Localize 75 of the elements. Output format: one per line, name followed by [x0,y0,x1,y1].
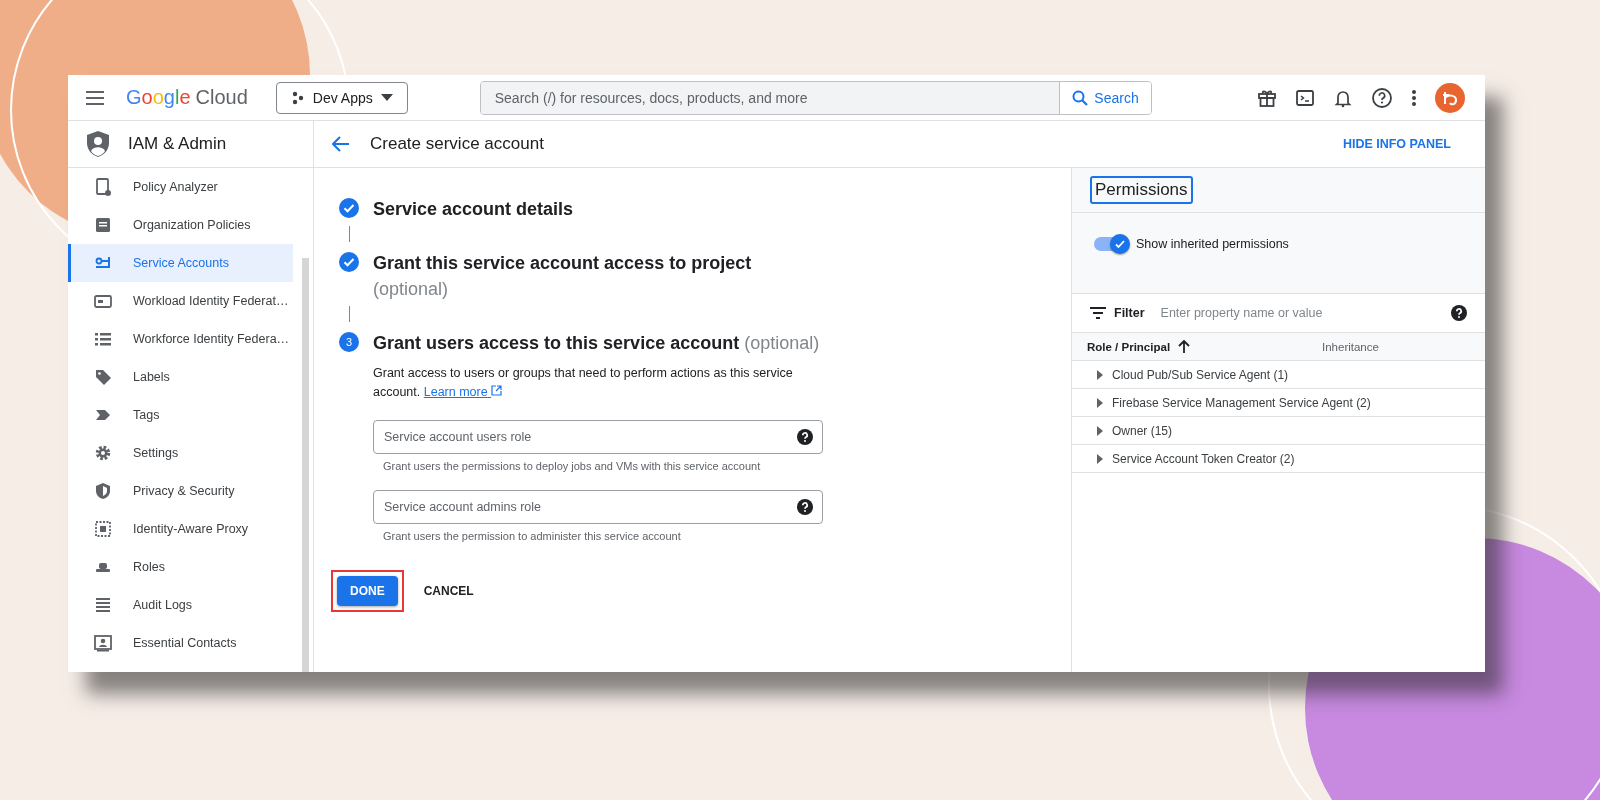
sidebar-item[interactable]: Audit Logs [68,586,293,624]
terminal-icon[interactable] [1295,87,1315,108]
page-title: Create service account [370,134,544,154]
sidebar-item[interactable]: Workload Identity Federat… [68,282,293,320]
nav-contact-icon [93,633,113,653]
product-logo[interactable]: Google Cloud [126,86,248,109]
sidebar-item[interactable]: Organization Policies [68,206,293,244]
expand-caret-icon[interactable] [1096,453,1104,464]
gift-icon[interactable] [1257,87,1277,108]
sidebar-item[interactable]: Workforce Identity Federa… [68,320,293,358]
help-icon[interactable] [1371,86,1393,109]
more-icon[interactable] [1411,88,1417,107]
shield-icon [86,130,110,158]
nav-shield-icon [93,481,113,501]
role-row-label[interactable]: Cloud Pub/Sub Service Agent (1) [1112,367,1289,382]
step-title: Grant this service account access to project (optional) [373,252,753,301]
sidebar-item[interactable]: Roles [68,548,293,586]
check-circle-icon [339,252,359,272]
sidebar-item[interactable]: Tags [68,396,293,434]
role-row-label[interactable]: Owner (15) [1112,423,1173,438]
search-field[interactable]: Search (/) for resources, docs, products, and more Search [479,80,1152,115]
done-button[interactable]: DONE [337,576,398,606]
sidebar-item[interactable]: Labels [68,358,293,396]
dropdown-caret-icon [380,93,393,102]
check-circle-icon [339,198,359,218]
expand-caret-icon[interactable] [1096,397,1104,408]
step-title: Service account details [373,198,574,221]
nav-gear-icon [93,443,113,463]
sidebar-item[interactable]: Policy Analyzer [68,168,293,206]
sidebar-item[interactable]: Essential Contacts [68,624,293,662]
step-number: 3 [339,332,359,352]
sidebar-item[interactable]: Settings [68,434,293,472]
role-row-label[interactable]: Firebase Service Management Service Agent (2) [1112,395,1371,410]
back-arrow-icon[interactable] [332,136,350,152]
nav-proxy-icon [93,519,113,539]
column-header[interactable]: Role / Principal [1087,340,1171,353]
section-title: IAM & Admin [128,134,227,154]
filter-label: Filter [1114,306,1145,320]
role-row-label[interactable]: Service Account Token Creator (2) [1112,451,1295,466]
field-hint: Grant users the permissions to deploy jobs and VMs with this service account [383,460,762,472]
project-selector[interactable]: Dev Apps [275,81,408,114]
learn-more-link[interactable]: Learn more [423,385,503,399]
toggle-label: Show inherited permissions [1136,237,1289,251]
nav-lines-icon [93,595,113,615]
menu-icon[interactable] [86,90,104,105]
expand-caret-icon[interactable] [1096,369,1104,380]
sidebar-item[interactable]: Service Accounts [68,244,293,282]
nav-page-icon [93,215,113,235]
sort-arrow-icon[interactable] [1178,340,1191,353]
sidebar-item[interactable]: Privacy & Security [68,472,293,510]
nav-tag-icon [93,367,113,387]
external-link-icon [491,385,503,396]
toggle-switch[interactable] [1094,237,1128,251]
step-description: Grant access to users or groups that need to perform actions as this service account. Learn more [373,365,794,401]
expand-caret-icon[interactable] [1096,425,1104,436]
help-icon[interactable] [797,499,813,515]
search-icon [1072,89,1089,106]
scrollbar[interactable] [302,258,309,672]
check-icon [1114,238,1126,250]
nav-doc-icon [93,177,113,197]
help-icon[interactable] [1451,305,1467,321]
cancel-button[interactable]: CANCEL [417,584,480,598]
column-header[interactable]: Inheritance [1322,340,1379,353]
project-dots-icon [290,90,305,105]
role-field[interactable]: Service account users role [373,420,823,454]
user-avatar[interactable] [1435,82,1465,113]
sidebar-item[interactable]: Identity-Aware Proxy [68,510,293,548]
field-hint: Grant users the permission to administer this service account [383,530,682,542]
step-title: Grant users access to this service account (optional) [373,332,821,355]
panel-title: Permissions [1090,176,1193,204]
role-field[interactable]: Service account admins role [373,490,823,524]
help-icon[interactable] [797,429,813,445]
search-button[interactable]: Search [1059,81,1151,114]
hide-info-panel-button[interactable]: HIDE INFO PANEL [1336,136,1457,152]
filter-icon[interactable] [1090,307,1106,319]
